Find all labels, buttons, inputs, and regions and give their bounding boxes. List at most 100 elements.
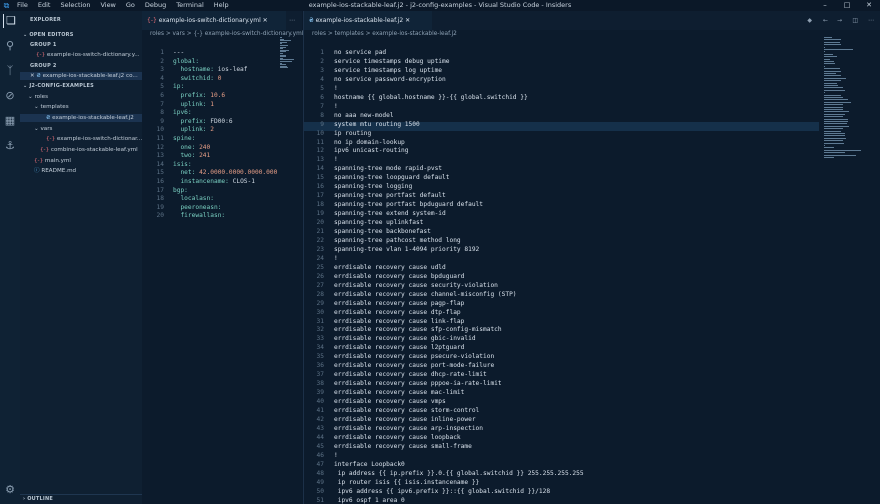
folder-roles[interactable]: ⌄ roles: [28, 93, 150, 101]
line-number: 49: [316, 478, 324, 486]
search-icon[interactable]: ⚲: [3, 39, 17, 53]
docker-icon[interactable]: ⚓: [3, 139, 17, 153]
close-icon[interactable]: ✕: [405, 17, 410, 24]
chevron-down-icon: ⌄: [34, 104, 39, 110]
title-bar: ⧉ File Edit Selection View Go Debug Term…: [0, 0, 880, 11]
code-line: spanning-tree mode rapid-pvst: [334, 165, 443, 173]
menu-edit[interactable]: Edit: [38, 0, 51, 11]
more-actions-icon[interactable]: ⋯: [284, 11, 300, 30]
minimap-line: [824, 101, 851, 103]
go-forward-icon[interactable]: →: [832, 11, 847, 30]
minimap-line: [824, 70, 842, 72]
minimap-line: [824, 128, 844, 130]
more-actions-icon[interactable]: ⋯: [863, 11, 879, 30]
code-line: ip routing: [334, 129, 372, 137]
split-editor-icon[interactable]: ◫: [847, 11, 863, 30]
line-number: 25: [316, 263, 324, 271]
project-header[interactable]: ⌄ J2-CONFIG-EXAMPLES: [20, 82, 142, 90]
open-editor-leaf[interactable]: ✕ ₴ example-ios-stackable-leaf.j2 co...: [20, 72, 142, 80]
line-number: 30: [316, 308, 324, 316]
file-readme[interactable]: ⓘ README.md: [34, 167, 156, 175]
line-number: 2: [160, 57, 164, 65]
line-number: 3: [320, 66, 324, 74]
files-icon[interactable]: ❏: [3, 14, 18, 28]
close-icon[interactable]: ✕: [30, 73, 35, 79]
open-editor-dictionary[interactable]: {-} example-ios-switch-dictionary.y...: [36, 51, 158, 59]
line-number: 19: [316, 210, 324, 218]
minimize-icon[interactable]: –: [814, 0, 836, 11]
line-number: 11: [316, 138, 324, 146]
code-line: ipv6 unicast-routing: [334, 147, 409, 155]
code-line: service timestamps debug uptime: [334, 57, 450, 65]
menu-go[interactable]: Go: [126, 0, 135, 11]
open-editors-header[interactable]: ⌄ OPEN EDITORS: [20, 31, 142, 39]
menu-selection[interactable]: Selection: [60, 0, 90, 11]
maximize-icon[interactable]: □: [836, 0, 858, 11]
file-main-yml[interactable]: {-} main.yml: [34, 157, 156, 165]
yaml-file-icon: {-}: [147, 17, 157, 24]
folder-templates[interactable]: ⌄ templates: [34, 103, 156, 111]
minimap-line: [824, 133, 846, 134]
code-line: spine:: [173, 135, 196, 142]
outline-header[interactable]: › OUTLINE: [20, 494, 142, 503]
explorer-sidebar: EXPLORER ⌄ OPEN EDITORS GROUP 1 {-} exam…: [20, 11, 142, 504]
menu-terminal[interactable]: Terminal: [176, 0, 203, 11]
code-line: ipv6 ospf 1 area 0: [334, 496, 405, 504]
line-number: 18: [156, 195, 164, 203]
gear-icon[interactable]: ⚙: [3, 483, 17, 497]
yaml-file-icon: {-}: [36, 52, 46, 58]
code-line: ip:: [173, 83, 185, 91]
line-number: 7: [320, 102, 324, 110]
line-number: 13: [316, 156, 324, 164]
minimap-line: [824, 75, 841, 77]
minimap-line: [824, 80, 841, 82]
line-number: 4: [320, 75, 324, 83]
line-number: 20: [156, 212, 164, 220]
minimap-line: [824, 111, 849, 113]
minimap-line: [824, 49, 853, 50]
close-icon[interactable]: ✕: [858, 0, 880, 11]
tab-leaf-j2[interactable]: ₴ example-ios-stackable-leaf.j2 ✕: [304, 11, 432, 30]
tab-dictionary-yml[interactable]: {-} example-ios-switch-dictionary.yml ✕: [142, 11, 286, 30]
code-line: bgp:: [173, 186, 188, 194]
minimap-line: [824, 154, 856, 156]
close-icon[interactable]: ✕: [263, 17, 268, 24]
menu-debug[interactable]: Debug: [145, 0, 166, 11]
breadcrumb[interactable]: roles > templates > example-ios-stackabl…: [312, 31, 457, 37]
code-line: errdisable recovery cause pppoe-ia-rate-…: [334, 380, 502, 388]
code-line: errdisable recovery cause mac-limit: [334, 389, 465, 397]
code-line: errdisable recovery cause arp-inspection: [334, 424, 484, 432]
editor-group-2: ₴ example-ios-stackable-leaf.j2 ✕ ◆ ← → …: [303, 11, 880, 504]
code-line: spanning-tree portfast bpduguard default: [334, 201, 484, 209]
group2-label: GROUP 2: [30, 63, 57, 69]
menu-file[interactable]: File: [17, 0, 28, 11]
code-line: errdisable recovery cause dhcp-rate-limi…: [334, 371, 487, 379]
tab-bar: {-} example-ios-switch-dictionary.yml ✕ …: [142, 11, 302, 30]
line-number: 45: [316, 442, 324, 450]
folder-vars[interactable]: ⌄ vars: [34, 125, 156, 133]
go-back-icon[interactable]: ←: [818, 11, 833, 30]
code-line: no service password-encryption: [334, 75, 446, 83]
line-number: 5: [320, 84, 324, 92]
line-number: 2: [320, 57, 324, 65]
menu-view[interactable]: View: [100, 0, 115, 11]
code-line: !: [334, 451, 338, 459]
jinja-file-icon: ₴: [46, 115, 51, 121]
minimap-line: [824, 137, 846, 139]
code-line: interface Loopback0: [334, 460, 405, 468]
minimap-line: [824, 58, 830, 60]
tab-bar: ₴ example-ios-stackable-leaf.j2 ✕ ◆ ← → …: [304, 11, 880, 30]
source-control-icon[interactable]: ᛉ: [3, 64, 17, 78]
chevron-down-icon: ⌄: [23, 32, 28, 38]
line-number: 12: [316, 147, 324, 155]
minimap-line: [824, 68, 840, 70]
minimap-line: [824, 130, 841, 132]
run-icon[interactable]: ◆: [802, 11, 817, 30]
line-number: 6: [320, 93, 324, 101]
line-number: 47: [316, 460, 324, 468]
file-leaf-j2[interactable]: ₴ example-ios-stackable-leaf.j2: [20, 114, 142, 122]
debug-icon[interactable]: ⊘: [3, 89, 17, 103]
menu-help[interactable]: Help: [214, 0, 229, 11]
window-controls: – □ ✕: [814, 0, 880, 11]
extensions-icon[interactable]: ▦: [3, 114, 17, 128]
